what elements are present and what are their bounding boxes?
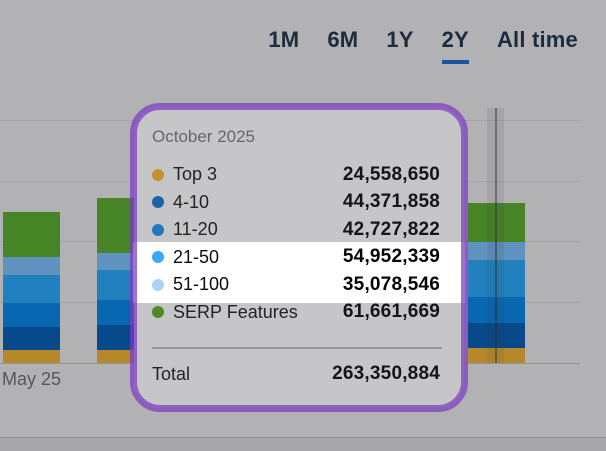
series-dot-icon — [152, 168, 164, 181]
tooltip-divider — [152, 347, 442, 349]
tooltip-total-row: Total 263,350,884 — [152, 363, 440, 385]
tab-all-time[interactable]: All time — [497, 27, 578, 64]
series-dot-icon — [152, 196, 164, 209]
tooltip-row-11-20: 11-20 42,727,822 — [152, 216, 440, 244]
tooltip-row-4-10: 4-10 44,371,858 — [152, 189, 440, 217]
bar-segment — [3, 303, 60, 327]
series-label: 51-100 — [173, 274, 230, 295]
tooltip-row-21-50: 21-50 54,952,339 — [152, 244, 440, 272]
series-dot-icon — [152, 223, 164, 236]
series-dot-icon — [152, 278, 164, 291]
series-value: 24,558,650 — [342, 163, 440, 185]
bar-segment — [3, 212, 60, 257]
series-label: 11-20 — [173, 219, 218, 240]
tooltip-rows: Top 3 24,558,650 4-10 44,371,858 11-20 42,727… — [152, 161, 440, 326]
rankings-trend-panel: May 25 1M 6M 1Y 2Y All time October 2025 Top… — [0, 0, 606, 451]
hover-crosshair-line — [495, 108, 497, 363]
series-label: 21-50 — [173, 246, 220, 267]
tab-2y[interactable]: 2Y — [441, 27, 469, 64]
tooltip-title: October 2025 — [152, 127, 256, 146]
x-axis-tick-label: May 25 — [2, 369, 62, 389]
series-value: 44,371,858 — [342, 191, 440, 213]
stacked-bar[interactable] — [3, 212, 60, 363]
tooltip-row-serp-features: SERP Features 61,661,669 — [152, 299, 440, 327]
chart-tooltip: October 2025 Top 3 24,558,650 4-10 44,371,8… — [130, 103, 468, 412]
series-label: Top 3 — [173, 164, 218, 185]
tooltip-row-top-3: Top 3 24,558,650 — [152, 161, 440, 189]
tab-1y[interactable]: 1Y — [386, 27, 413, 64]
bar-segment — [3, 327, 60, 350]
series-value: 54,952,339 — [342, 246, 440, 268]
series-label: 4-10 — [173, 191, 210, 212]
bar-segment — [3, 350, 60, 363]
series-dot-icon — [152, 306, 164, 319]
bar-segment — [3, 275, 60, 303]
tab-6m[interactable]: 6M — [327, 27, 358, 64]
date-range-tabs: 1M 6M 1Y 2Y All time — [268, 27, 578, 64]
series-value: 35,078,546 — [342, 273, 440, 295]
tooltip-row-51-100: 51-100 35,078,546 — [152, 271, 440, 299]
series-value: 42,727,822 — [342, 218, 440, 240]
bottom-panel-edge — [0, 437, 606, 451]
series-label: SERP Features — [173, 301, 298, 322]
series-value: 61,661,669 — [342, 301, 440, 323]
bar-segment — [3, 257, 60, 275]
tab-1m[interactable]: 1M — [268, 27, 299, 64]
tooltip-total-label: Total — [152, 363, 191, 384]
tooltip-total-value: 263,350,884 — [332, 363, 440, 384]
series-dot-icon — [152, 251, 164, 264]
